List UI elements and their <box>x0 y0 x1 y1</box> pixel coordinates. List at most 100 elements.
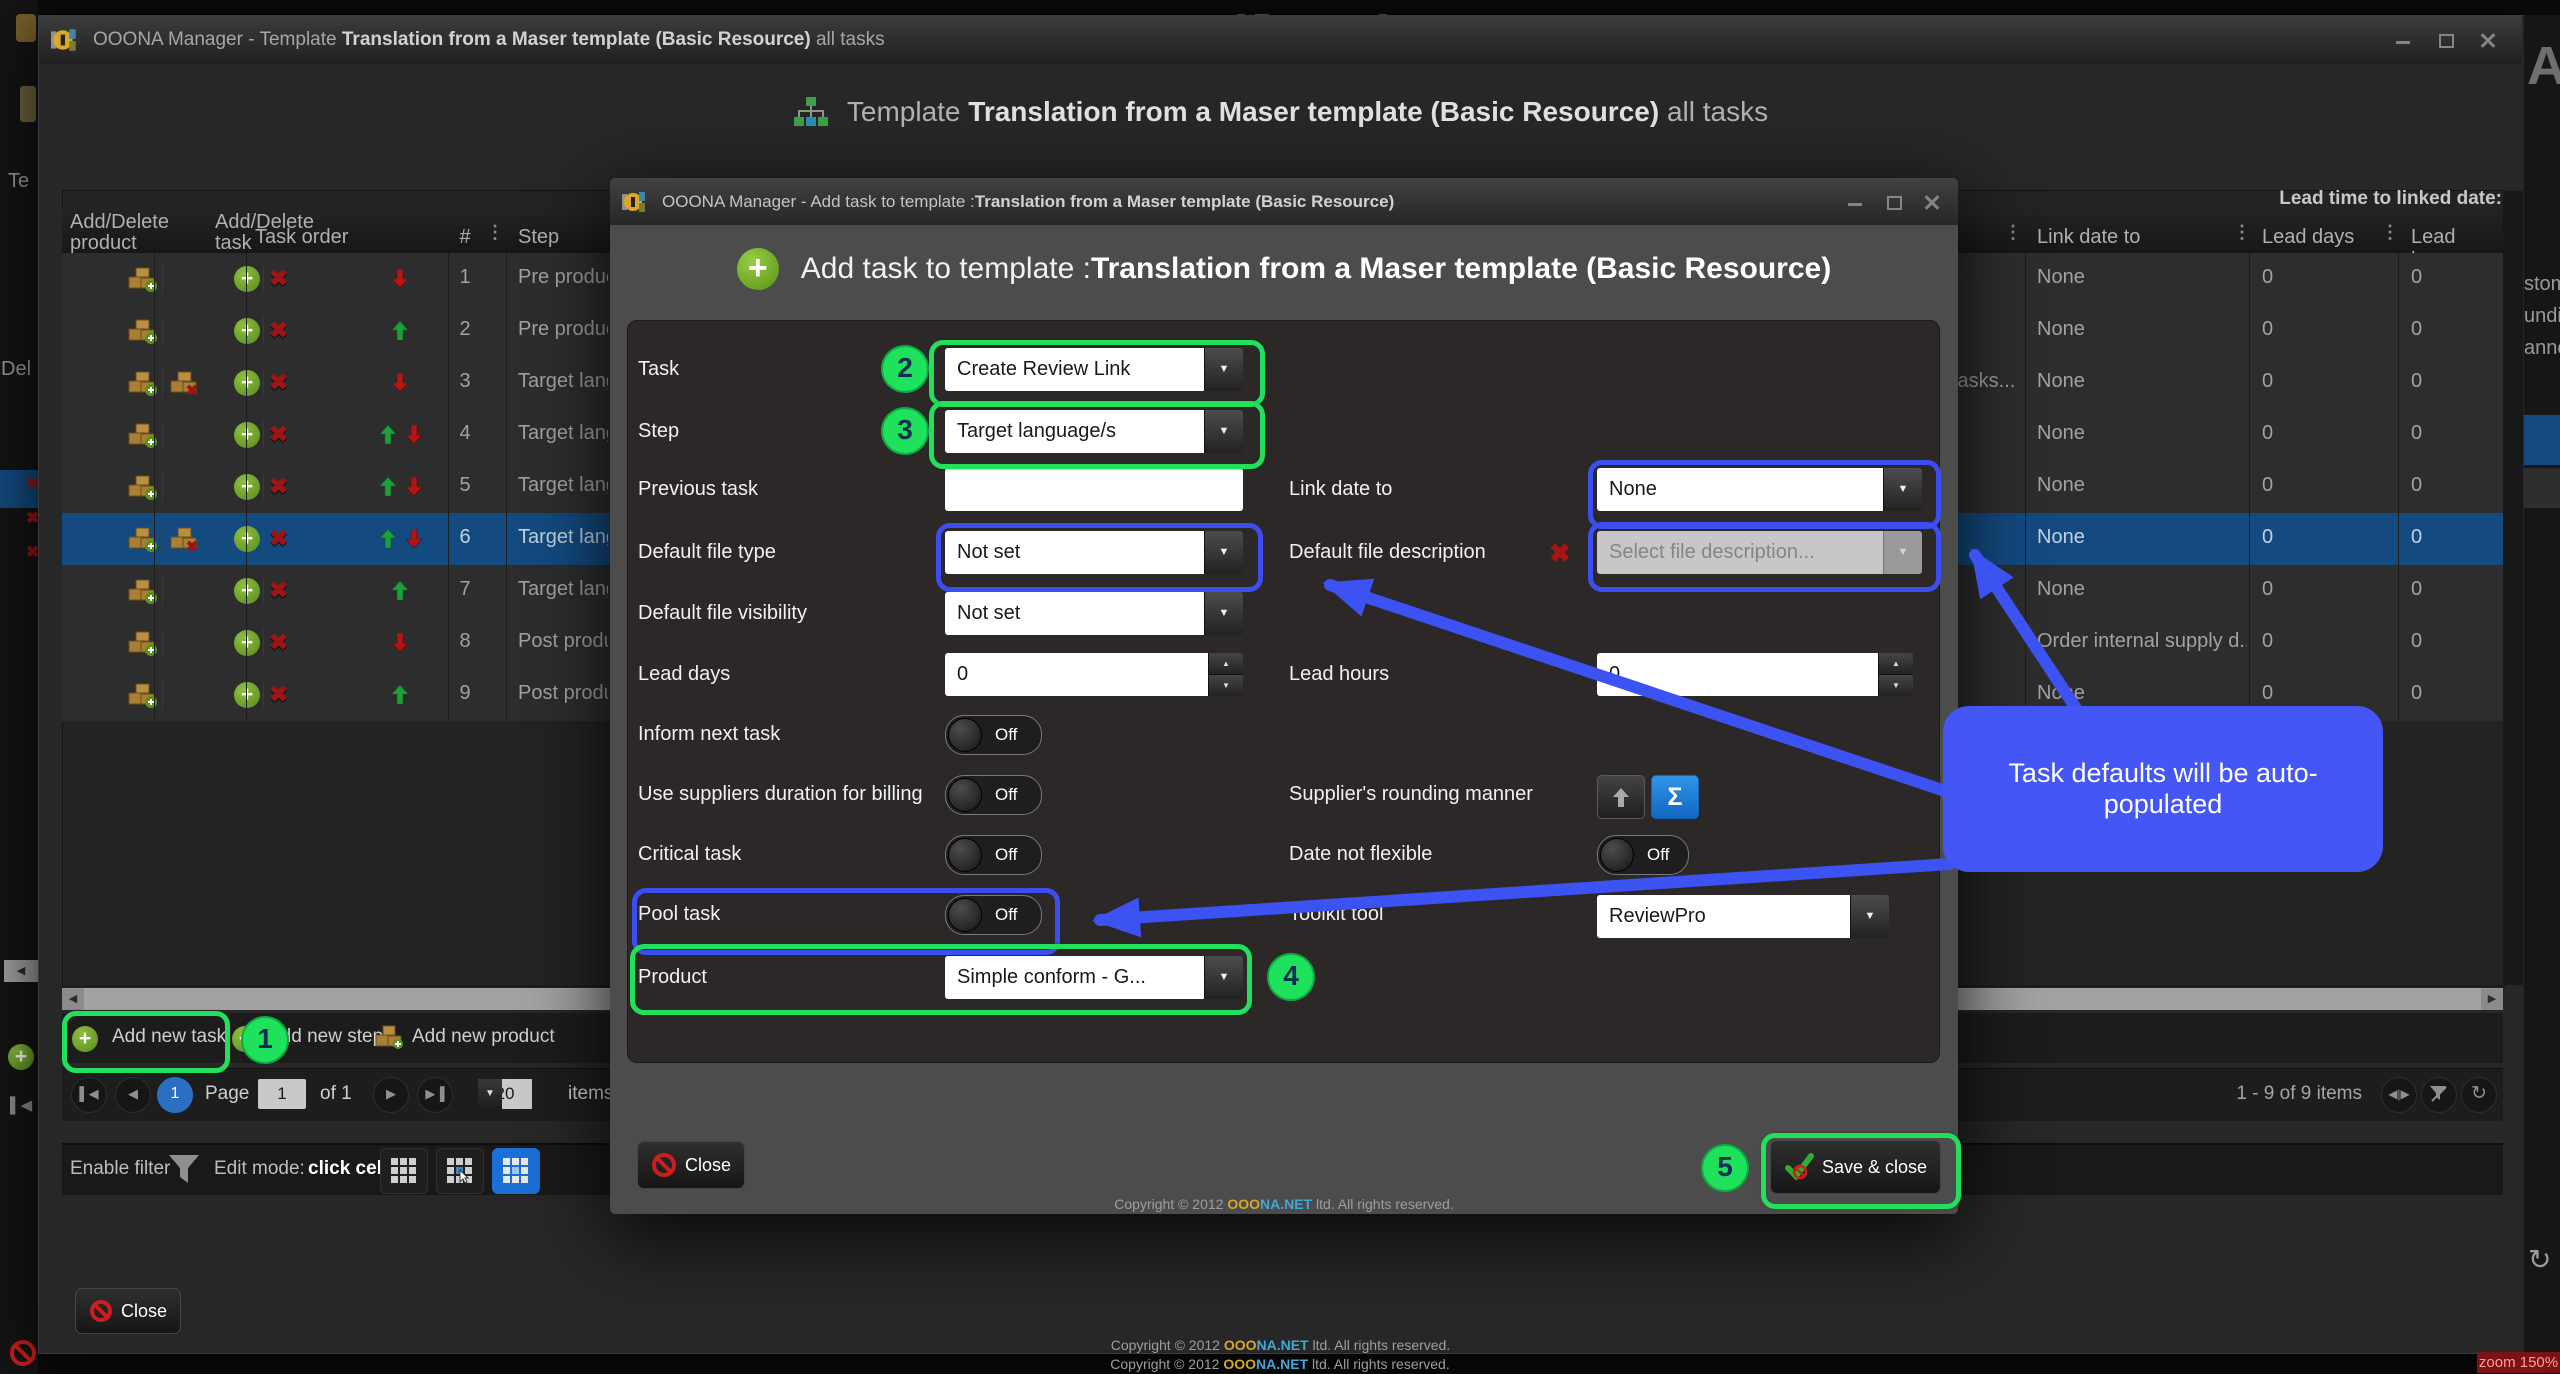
add-task-icon[interactable] <box>234 266 260 292</box>
refresh-icon[interactable]: ↻ <box>2461 1077 2497 1113</box>
round-up-button[interactable] <box>1597 775 1645 819</box>
col-link-date-to[interactable]: Link date to <box>2037 226 2140 249</box>
column-menu-icon[interactable] <box>2233 222 2251 243</box>
grid-view-button[interactable] <box>380 1148 428 1194</box>
close-icon[interactable] <box>2480 32 2496 48</box>
move-up-icon[interactable] <box>392 581 408 600</box>
column-menu-icon[interactable] <box>2004 222 2022 243</box>
critical-task-toggle[interactable]: Off <box>945 835 1042 875</box>
next-page-button[interactable]: ▶ <box>373 1077 409 1113</box>
main-close-button[interactable]: Close <box>75 1288 181 1334</box>
column-resize-icon[interactable]: ◀|▶ <box>2381 1077 2417 1113</box>
pool-task-toggle[interactable]: Off <box>945 895 1042 935</box>
delete-product-icon[interactable] <box>168 369 200 397</box>
default-file-type-select[interactable]: Not set <box>945 531 1243 574</box>
step-select[interactable]: Target language/s <box>945 410 1243 453</box>
save-and-close-button[interactable]: Save & close <box>1770 1140 1941 1194</box>
dialog-titlebar[interactable]: OOONA Manager - Add task to template :Tr… <box>610 178 1958 225</box>
main-window-titlebar[interactable]: OOONA Manager - Template Translation fro… <box>39 16 2522 64</box>
delete-task-icon[interactable] <box>269 369 288 396</box>
add-task-icon[interactable] <box>234 370 260 396</box>
clear-filter-icon[interactable] <box>2421 1077 2457 1113</box>
chevron-down-icon[interactable] <box>1883 468 1922 511</box>
move-down-icon[interactable] <box>392 633 408 652</box>
chevron-down-icon[interactable] <box>1204 592 1243 635</box>
vertical-scrollbar[interactable] <box>2503 191 2523 985</box>
move-down-icon[interactable] <box>406 425 422 444</box>
scroll-left-icon[interactable]: ◀ <box>62 988 84 1010</box>
sum-rounding-button[interactable]: Σ <box>1651 775 1699 819</box>
spinner-arrows-icon[interactable]: ▲▼ <box>1878 653 1913 696</box>
lead-days-stepper[interactable]: 0 ▲▼ <box>945 653 1243 696</box>
col-step[interactable]: Step <box>518 226 559 249</box>
move-up-icon[interactable] <box>380 425 396 444</box>
add-task-icon[interactable] <box>234 578 260 604</box>
move-up-icon[interactable] <box>380 529 396 548</box>
grid-cell-select-button[interactable] <box>436 1148 484 1194</box>
move-down-icon[interactable] <box>406 477 422 496</box>
last-page-button[interactable]: ▶▐ <box>417 1077 453 1113</box>
delete-task-icon[interactable] <box>269 629 288 656</box>
minimize-icon[interactable] <box>2396 32 2412 48</box>
column-menu-icon[interactable] <box>2381 222 2399 243</box>
col-lead-days[interactable]: Lead days <box>2262 226 2354 249</box>
delete-task-icon[interactable] <box>269 525 288 552</box>
move-up-icon[interactable] <box>392 685 408 704</box>
close-icon[interactable] <box>1924 194 1940 210</box>
default-file-description-select[interactable]: Select file description... <box>1597 531 1922 574</box>
prev-page-button[interactable]: ◀ <box>115 1077 151 1113</box>
scrollbar-fragment[interactable]: ◀ <box>4 960 38 982</box>
delete-task-icon[interactable] <box>269 421 288 448</box>
page-input[interactable]: 1 <box>258 1079 306 1109</box>
add-new-task-button[interactable]: Add new task <box>112 1026 226 1048</box>
scroll-right-icon[interactable]: ▶ <box>2481 988 2503 1010</box>
col-add-delete-product[interactable]: Add/Delete product <box>70 212 195 254</box>
filter-funnel-icon[interactable] <box>166 1153 202 1192</box>
spinner-arrows-icon[interactable]: ▲▼ <box>1208 653 1243 696</box>
add-task-icon[interactable] <box>234 630 260 656</box>
add-task-icon[interactable] <box>234 422 260 448</box>
delete-task-icon[interactable] <box>269 681 288 708</box>
link-date-to-select[interactable]: None <box>1597 468 1922 511</box>
move-down-icon[interactable] <box>406 529 422 548</box>
page-1-button[interactable]: 1 <box>157 1077 193 1113</box>
chevron-down-icon[interactable] <box>1850 895 1889 938</box>
delete-task-icon[interactable] <box>269 577 288 604</box>
delete-product-icon[interactable] <box>168 525 200 553</box>
add-task-icon[interactable] <box>234 318 260 344</box>
date-not-flexible-toggle[interactable]: Off <box>1597 835 1689 875</box>
refresh-icon[interactable]: ↻ <box>2528 1243 2551 1276</box>
inform-next-task-toggle[interactable]: Off <box>945 715 1042 755</box>
move-down-icon[interactable] <box>392 269 408 288</box>
grid-row-select-button[interactable] <box>492 1148 540 1194</box>
col-task-order[interactable]: Task order <box>255 226 348 249</box>
dialog-close-button[interactable]: Close <box>637 1141 745 1189</box>
add-task-icon[interactable] <box>234 682 260 708</box>
product-select[interactable]: Simple conform - G... <box>945 956 1243 999</box>
move-up-icon[interactable] <box>380 477 396 496</box>
toolkit-tool-select[interactable]: ReviewPro <box>1597 895 1889 938</box>
add-task-icon[interactable] <box>234 526 260 552</box>
use-suppliers-toggle[interactable]: Off <box>945 775 1042 815</box>
first-page-button[interactable]: ▌◀ <box>71 1077 107 1113</box>
add-task-icon[interactable] <box>234 474 260 500</box>
delete-task-icon[interactable] <box>269 317 288 344</box>
col-num[interactable]: # <box>448 226 482 249</box>
minimize-icon[interactable] <box>1848 194 1864 210</box>
chevron-down-icon[interactable] <box>1204 531 1243 574</box>
chevron-down-icon[interactable] <box>1204 348 1243 391</box>
default-file-visibility-select[interactable]: Not set <box>945 592 1243 635</box>
maximize-icon[interactable] <box>2438 32 2454 48</box>
clear-file-description-icon[interactable] <box>1549 538 1571 569</box>
chevron-down-icon[interactable] <box>1204 410 1243 453</box>
delete-task-icon[interactable] <box>269 473 288 500</box>
previous-task-input[interactable] <box>945 468 1243 511</box>
chevron-down-icon[interactable] <box>1204 956 1243 999</box>
column-menu-icon[interactable] <box>486 222 504 243</box>
move-down-icon[interactable] <box>392 373 408 392</box>
move-up-icon[interactable] <box>392 321 408 340</box>
enable-filter-label[interactable]: Enable filter <box>70 1158 170 1180</box>
task-select[interactable]: Create Review Link <box>945 348 1243 391</box>
add-new-product-button[interactable]: Add new product <box>412 1026 555 1048</box>
maximize-icon[interactable] <box>1886 194 1902 210</box>
